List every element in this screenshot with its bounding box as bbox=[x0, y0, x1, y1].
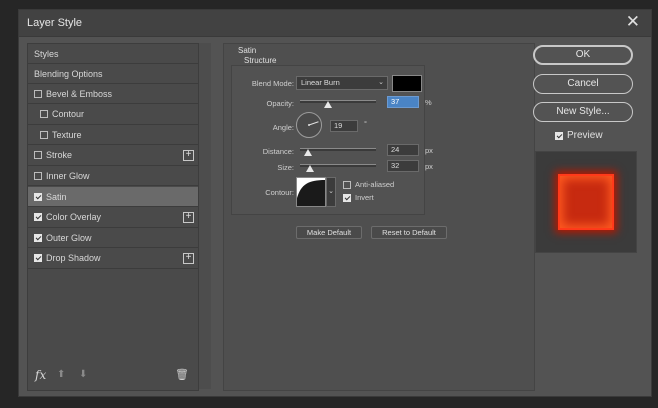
blend-mode-value: Linear Burn bbox=[301, 78, 340, 87]
blending-options-item[interactable]: Blending Options bbox=[28, 64, 198, 84]
angle-value: 19 bbox=[334, 121, 343, 130]
style-item-label: Stroke bbox=[46, 150, 73, 161]
style-item-label: Inner Glow bbox=[46, 170, 90, 181]
section-title-structure: Structure bbox=[244, 56, 277, 65]
style-item-inner-glow[interactable]: Inner Glow bbox=[28, 166, 198, 187]
distance-unit: px bbox=[425, 146, 433, 155]
angle-dial[interactable] bbox=[296, 112, 322, 138]
preview-label: Preview bbox=[567, 130, 603, 141]
angle-input[interactable]: 19 bbox=[330, 120, 358, 132]
style-checkbox[interactable] bbox=[34, 233, 42, 242]
size-value: 32 bbox=[391, 161, 400, 170]
angle-dial-needle bbox=[308, 121, 319, 126]
style-item-label: Contour bbox=[52, 109, 85, 120]
size-label: Size: bbox=[277, 163, 294, 172]
angle-unit: ° bbox=[364, 119, 367, 128]
angle-label: Angle: bbox=[272, 123, 294, 132]
style-checkbox[interactable] bbox=[34, 213, 42, 222]
add-effect-plus-icon[interactable]: + bbox=[183, 149, 194, 161]
preview-area bbox=[535, 151, 637, 253]
invert-label: Invert bbox=[355, 193, 374, 202]
close-icon[interactable]: ✕ bbox=[626, 13, 640, 31]
blend-mode-select[interactable]: Linear Burn ⌄ bbox=[296, 76, 388, 90]
distance-label: Distance: bbox=[262, 147, 294, 156]
contour-dropdown[interactable]: ⌄ bbox=[326, 177, 336, 207]
opacity-slider-thumb[interactable] bbox=[324, 101, 333, 108]
distance-slider-thumb[interactable] bbox=[303, 149, 312, 156]
title-bar: Layer Style ✕ bbox=[19, 10, 651, 37]
style-item-drop-shadow[interactable]: Drop Shadow + bbox=[28, 249, 198, 269]
style-checkbox[interactable] bbox=[34, 89, 42, 98]
opacity-input[interactable]: 37 bbox=[387, 96, 419, 108]
new-style-button[interactable]: New Style... bbox=[533, 102, 633, 122]
anti-aliased-checkbox[interactable]: Anti-aliased bbox=[343, 180, 394, 189]
satin-settings-panel: Satin Structure Blend Mode: Linear Burn … bbox=[223, 43, 535, 391]
preview-thumbnail bbox=[558, 174, 614, 230]
distance-value: 24 bbox=[391, 145, 400, 154]
style-checkbox[interactable] bbox=[40, 110, 48, 119]
style-item-contour[interactable]: Contour bbox=[28, 105, 198, 125]
styles-footer: fx ⬆ ⬇ 🗑 bbox=[27, 366, 197, 386]
ok-button[interactable]: OK bbox=[533, 45, 633, 65]
distance-input[interactable]: 24 bbox=[387, 144, 419, 156]
move-down-icon[interactable]: ⬇ bbox=[79, 369, 87, 380]
styles-list: Styles Blending Options Bevel & Emboss Co… bbox=[27, 43, 199, 391]
fx-icon[interactable]: fx bbox=[35, 368, 46, 382]
anti-aliased-check bbox=[343, 180, 351, 189]
style-checkbox[interactable] bbox=[34, 151, 42, 160]
opacity-slider-track[interactable] bbox=[300, 100, 376, 103]
style-checkbox[interactable] bbox=[34, 254, 42, 263]
styles-list-scrollbar[interactable] bbox=[199, 43, 211, 389]
style-checkbox[interactable] bbox=[34, 192, 42, 201]
styles-header-label: Styles bbox=[34, 48, 59, 59]
styles-header[interactable]: Styles bbox=[28, 44, 198, 64]
style-checkbox[interactable] bbox=[40, 130, 48, 139]
preview-check bbox=[555, 131, 563, 140]
size-input[interactable]: 32 bbox=[387, 160, 419, 172]
style-item-satin[interactable]: Satin bbox=[28, 187, 198, 207]
style-item-texture[interactable]: Texture bbox=[28, 125, 198, 146]
trash-icon[interactable]: 🗑 bbox=[175, 368, 189, 381]
cancel-button[interactable]: Cancel bbox=[533, 74, 633, 94]
contour-label: Contour: bbox=[265, 188, 294, 197]
invert-checkbox[interactable]: Invert bbox=[343, 193, 374, 202]
chevron-down-icon: ⌄ bbox=[378, 79, 384, 86]
contour-picker[interactable] bbox=[296, 177, 326, 207]
reset-to-default-button[interactable]: Reset to Default bbox=[371, 226, 447, 239]
invert-check bbox=[343, 193, 351, 202]
preview-checkbox[interactable]: Preview bbox=[555, 130, 603, 141]
blend-mode-label: Blend Mode: bbox=[251, 79, 294, 88]
style-item-stroke[interactable]: Stroke + bbox=[28, 146, 198, 166]
section-title-satin: Satin bbox=[238, 46, 257, 55]
style-item-label: Texture bbox=[52, 129, 82, 140]
style-checkbox[interactable] bbox=[34, 171, 42, 180]
make-default-button[interactable]: Make Default bbox=[296, 226, 362, 239]
style-item-label: Satin bbox=[46, 191, 67, 202]
anti-aliased-label: Anti-aliased bbox=[355, 180, 395, 189]
opacity-label: Opacity: bbox=[266, 99, 294, 108]
style-item-label: Drop Shadow bbox=[46, 253, 101, 264]
opacity-value: 37 bbox=[391, 97, 400, 106]
satin-color-swatch[interactable] bbox=[392, 75, 422, 92]
move-up-icon[interactable]: ⬆ bbox=[57, 369, 65, 380]
blending-options-label: Blending Options bbox=[34, 68, 103, 79]
contour-curve-icon bbox=[297, 180, 325, 206]
style-item-label: Bevel & Emboss bbox=[46, 88, 113, 99]
add-effect-plus-icon[interactable]: + bbox=[183, 252, 194, 264]
style-item-bevel-emboss[interactable]: Bevel & Emboss bbox=[28, 84, 198, 104]
dialog-title: Layer Style bbox=[27, 17, 83, 29]
add-effect-plus-icon[interactable]: + bbox=[183, 211, 194, 223]
size-unit: px bbox=[425, 162, 433, 171]
style-item-label: Color Overlay bbox=[46, 212, 102, 223]
style-item-label: Outer Glow bbox=[46, 232, 92, 243]
layer-style-dialog: Layer Style ✕ Styles Blending Options Be… bbox=[18, 9, 652, 397]
size-slider-thumb[interactable] bbox=[305, 165, 314, 172]
style-item-outer-glow[interactable]: Outer Glow bbox=[28, 228, 198, 249]
style-item-color-overlay[interactable]: Color Overlay + bbox=[28, 208, 198, 228]
opacity-unit: % bbox=[425, 98, 432, 107]
